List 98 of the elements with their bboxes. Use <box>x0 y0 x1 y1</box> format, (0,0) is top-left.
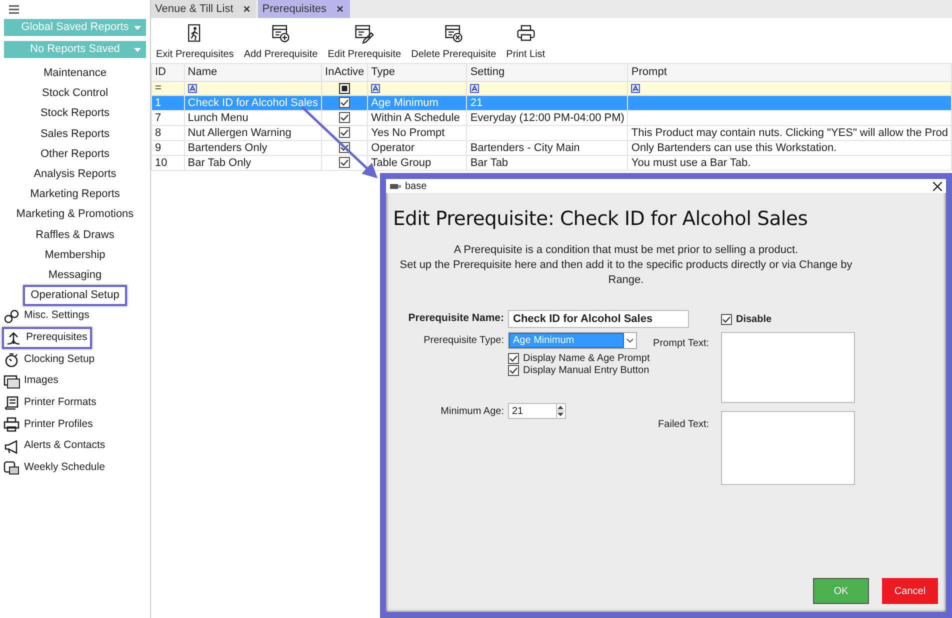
toolbar-button[interactable]: Print List <box>505 22 546 63</box>
field-label: Prerequisite Type: <box>422 334 504 348</box>
menu-icon <box>9 5 19 14</box>
caret-icon <box>134 26 141 30</box>
filter-icon[interactable] <box>371 84 380 93</box>
filter-operator[interactable]: = <box>155 82 162 94</box>
sidebar-item[interactable]: Clocking Setup <box>2 350 98 368</box>
menu-section[interactable]: Sales Reports <box>34 126 116 143</box>
filter-icon[interactable] <box>470 84 480 93</box>
column-header[interactable]: Name <box>184 64 322 82</box>
menu-section[interactable]: Operational Setup <box>22 285 128 306</box>
table-cell: 7 <box>155 112 162 124</box>
filter-icon[interactable] <box>188 84 197 93</box>
print-icon <box>516 22 536 44</box>
table-cell: Only Bartenders can use this Workstation. <box>631 142 837 154</box>
toolbar-button[interactable]: Add Prerequisite <box>242 22 319 63</box>
name-field[interactable]: Check ID for Alcohol Sales <box>508 310 689 328</box>
menu-section[interactable]: Analysis Reports <box>28 166 122 183</box>
close-icon[interactable] <box>933 182 942 190</box>
menu-section[interactable]: Marketing Reports <box>24 186 126 204</box>
table-row[interactable]: 9 Bartenders Only Operator Bartenders - City Main Only Bartenders can use this Workstation. <box>152 140 952 156</box>
menu-section[interactable]: Messaging <box>42 266 108 284</box>
delete-list-icon <box>444 22 464 44</box>
sidebar-item[interactable]: Printer Profiles <box>2 416 96 434</box>
table-cell: 21 <box>470 96 483 108</box>
filter-checkbox[interactable] <box>339 82 350 94</box>
sidebar-item[interactable]: Misc. Settings <box>2 307 92 325</box>
stopwatch-icon <box>3 352 20 367</box>
table-cell: Bar Tab Only <box>188 156 252 168</box>
megaphone-icon <box>3 438 20 454</box>
menu-section[interactable]: Stock Control <box>36 85 114 102</box>
printer-icon <box>3 417 20 432</box>
tab[interactable]: Prerequisites × <box>258 0 350 18</box>
table-cell: Lunch Menu <box>188 112 248 124</box>
table-cell: Bartenders Only <box>188 142 268 154</box>
table-cell: Everyday (12:00 PM-04:00 PM) <box>470 112 624 124</box>
table-cell: Nut Allergen Warning <box>188 126 292 138</box>
sidebar-item[interactable]: Images <box>2 372 62 390</box>
images-icon <box>3 374 20 389</box>
field-label: Failed Text: <box>657 418 710 432</box>
table-cell: Bartenders - City Main <box>470 142 580 154</box>
dialog-heading: Edit Prerequisite: Check ID for Alcohol Sales <box>393 206 809 232</box>
table-cell: 9 <box>155 142 162 154</box>
table-cell: 10 <box>155 156 168 168</box>
table-row[interactable]: 8 Nut Allergen Warning Yes No Prompt This Product may contain nuts. Clicking "YES" will allow the Prod <box>152 126 952 140</box>
sidebar-item[interactable]: Printer Formats <box>2 394 100 412</box>
column-header[interactable]: InActive <box>322 64 368 82</box>
description-text: A Prerequisite is a condition that must be met prior to selling a product. <box>452 243 800 258</box>
table-cell: You must use a Bar Tab. <box>631 156 751 168</box>
field-label: Prerequisite Name: <box>407 311 504 326</box>
scroll-icon <box>3 395 20 410</box>
caret-icon <box>134 48 141 52</box>
table-cell: Check ID for Alcohol Sales <box>188 96 318 108</box>
filter-icon[interactable] <box>631 84 640 93</box>
menu-section[interactable]: Maintenance <box>38 65 112 82</box>
close-tab-button[interactable]: × <box>243 0 250 18</box>
minimum-age-field[interactable]: 21 <box>508 403 566 420</box>
toolbar-button[interactable]: Edit Prerequisite <box>326 22 402 63</box>
menu-section[interactable]: Membership <box>38 246 112 264</box>
sidebar-item[interactable]: Prerequisites <box>2 326 92 349</box>
description-text: Set up the Prerequisite here and then add it to the specific products directly or via Change by Range. <box>398 258 854 288</box>
branch-icon <box>5 330 22 346</box>
toolbar-button[interactable]: Delete Prerequisite <box>410 22 498 63</box>
column-header[interactable]: Type <box>368 64 467 82</box>
cancel-button[interactable]: Cancel <box>882 578 938 604</box>
toolbar-button[interactable]: Exit Prerequisites <box>155 22 235 63</box>
option-checkbox[interactable]: Display Name & Age Prompt <box>508 352 689 364</box>
tab[interactable]: Venue & Till List × <box>151 0 256 18</box>
app-icon <box>390 182 401 190</box>
window-title: base <box>405 180 427 194</box>
table-cell: Operator <box>371 142 415 154</box>
sidebar-item[interactable]: Alerts & Contacts <box>2 437 108 456</box>
table-cell: Yes No Prompt <box>371 126 445 138</box>
table-row[interactable]: 7 Lunch Menu Within A Schedule Everyday (12:00 PM-04:00 PM) <box>152 110 952 126</box>
menu-section[interactable]: Marketing & Promotions <box>10 206 140 224</box>
table-cell: Age Minimum <box>371 96 438 108</box>
table-cell: This Product may contain nuts. Clicking "YES" will allow the Prod <box>631 126 948 138</box>
column-header[interactable]: Prompt <box>628 64 952 82</box>
column-header[interactable]: ID <box>152 64 184 82</box>
table-cell: 8 <box>155 126 162 138</box>
table-cell: Bar Tab <box>470 156 508 168</box>
table-cell: 1 <box>155 96 162 108</box>
add-list-icon <box>270 22 291 44</box>
close-tab-button[interactable]: × <box>336 0 344 18</box>
edit-list-icon <box>354 22 374 44</box>
column-header[interactable]: Setting <box>466 64 628 82</box>
table-cell: Within A Schedule <box>371 112 460 124</box>
field-label: Prompt Text: <box>652 337 710 352</box>
menu-section[interactable]: Raffles & Draws <box>30 226 120 244</box>
spinner-icon <box>556 404 565 418</box>
table-row[interactable]: 10 Bar Tab Only Table Group Bar Tab You must use a Bar Tab. <box>152 156 952 170</box>
sidebar-item[interactable]: Weekly Schedule <box>2 459 108 477</box>
table-cell: Table Group <box>371 156 432 168</box>
disable-checkbox[interactable]: Disable <box>721 310 855 328</box>
menu-section[interactable]: Stock Reports <box>34 105 116 122</box>
field-label: Minimum Age: <box>440 404 504 419</box>
option-checkbox[interactable]: Display Manual Entry Button <box>508 364 689 376</box>
menu-section[interactable]: Other Reports <box>34 146 116 163</box>
